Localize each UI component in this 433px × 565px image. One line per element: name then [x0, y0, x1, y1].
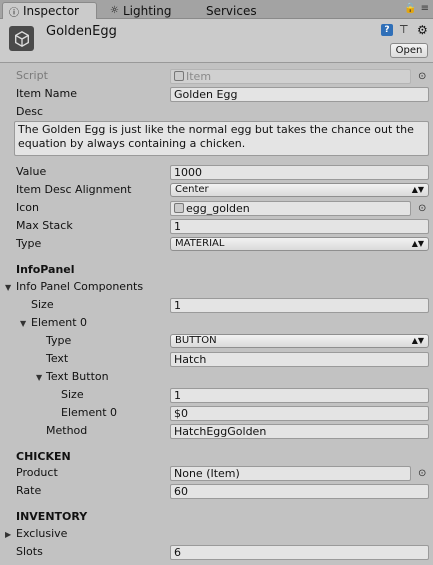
icon-value: egg_golden [186, 202, 250, 215]
help-icon[interactable]: ? [381, 24, 393, 36]
tab-services[interactable]: Services [200, 2, 263, 19]
script-picker-icon: ⊙ [418, 71, 427, 82]
slots-label: Slots [16, 545, 43, 558]
tab-lighting-label: Lighting [122, 3, 172, 18]
element-text-field[interactable]: Hatch [170, 352, 429, 367]
script-file-icon [174, 71, 184, 81]
alignment-dropdown[interactable]: Center ▲▼ [170, 183, 429, 197]
desc-label: Desc [16, 105, 44, 118]
max-stack-label: Max Stack [16, 219, 73, 232]
inventory-header: INVENTORY [16, 510, 88, 523]
open-button[interactable]: Open [390, 43, 428, 58]
text-button-size-label: Size [61, 388, 84, 401]
value-field[interactable]: 1000 [170, 165, 429, 180]
desc-textarea[interactable]: The Golden Egg is just like the normal e… [14, 121, 429, 156]
dropdown-arrow-icon: ▲▼ [411, 336, 424, 345]
element-type-dropdown[interactable]: BUTTON ▲▼ [170, 334, 429, 348]
tab-inspector-label: Inspector [23, 4, 79, 18]
script-value: Item [186, 70, 212, 83]
item-name-field[interactable]: Golden Egg [170, 87, 429, 102]
icon-picker-icon[interactable]: ⊙ [418, 204, 428, 214]
element-0-label[interactable]: Element 0 [31, 316, 87, 329]
components-size-label: Size [31, 298, 54, 311]
info-panel-components-label[interactable]: Info Panel Components [16, 280, 143, 293]
foldout-closed-icon[interactable]: ▶ [5, 530, 11, 539]
method-label: Method [46, 424, 88, 437]
tab-services-label: Services [206, 3, 257, 18]
lighting-icon: ☼ [110, 5, 119, 16]
unity-object-icon [9, 26, 34, 51]
type-value: MATERIAL [175, 238, 225, 249]
tab-bar: ⓘ Inspector ☼ Lighting Services 🔒 ≡ [0, 0, 433, 19]
infopanel-header: InfoPanel [16, 263, 75, 276]
script-label: Script [16, 69, 48, 82]
tab-options: 🔒 ≡ [404, 3, 429, 14]
inspector-header: GoldenEgg ? ⊤ ⚙ Open [0, 19, 433, 63]
script-field: Item [170, 69, 411, 84]
foldout-open-icon[interactable]: ▼ [20, 319, 26, 328]
slots-field[interactable]: 6 [170, 545, 429, 560]
rate-field[interactable]: 60 [170, 484, 429, 499]
exclusive-label[interactable]: Exclusive [16, 527, 67, 540]
tab-lighting[interactable]: ☼ Lighting [104, 2, 177, 19]
value-label: Value [16, 165, 47, 178]
icon-label: Icon [16, 201, 39, 214]
text-button-label[interactable]: Text Button [46, 370, 109, 383]
preset-icon[interactable]: ⊤ [399, 24, 411, 36]
element-text-label: Text [46, 352, 69, 365]
icon-field[interactable]: egg_golden [170, 201, 411, 216]
foldout-open-icon[interactable]: ▼ [5, 283, 11, 292]
header-icons: ? ⊤ ⚙ [381, 24, 429, 36]
menu-icon[interactable]: ≡ [421, 3, 429, 14]
lock-icon[interactable]: 🔒 [404, 3, 416, 14]
type-label: Type [16, 237, 42, 250]
components-size-field[interactable]: 1 [170, 298, 429, 313]
product-picker-icon[interactable]: ⊙ [418, 469, 428, 479]
rate-label: Rate [16, 484, 42, 497]
dropdown-arrow-icon: ▲▼ [411, 185, 424, 194]
dropdown-arrow-icon: ▲▼ [411, 239, 424, 248]
object-name: GoldenEgg [46, 24, 117, 39]
item-name-label: Item Name [16, 87, 77, 100]
alignment-label: Item Desc Alignment [16, 183, 132, 196]
max-stack-field[interactable]: 1 [170, 219, 429, 234]
gear-icon[interactable]: ⚙ [417, 24, 429, 36]
text-button-element-label: Element 0 [61, 406, 118, 419]
product-label: Product [16, 466, 58, 479]
chicken-header: CHICKEN [16, 450, 71, 463]
tab-inspector[interactable]: ⓘ Inspector [2, 2, 97, 19]
method-field[interactable]: HatchEggGolden [170, 424, 429, 439]
foldout-open-icon[interactable]: ▼ [36, 373, 42, 382]
text-button-element-field[interactable]: $0 [170, 406, 429, 421]
text-button-size-field[interactable]: 1 [170, 388, 429, 403]
element-type-value: BUTTON [175, 335, 217, 346]
inspector-icon: ⓘ [9, 7, 19, 19]
product-field[interactable]: None (Item) [170, 466, 411, 481]
element-type-label: Type [46, 334, 72, 347]
sprite-icon [174, 203, 184, 213]
type-dropdown[interactable]: MATERIAL ▲▼ [170, 237, 429, 251]
alignment-value: Center [175, 184, 209, 195]
